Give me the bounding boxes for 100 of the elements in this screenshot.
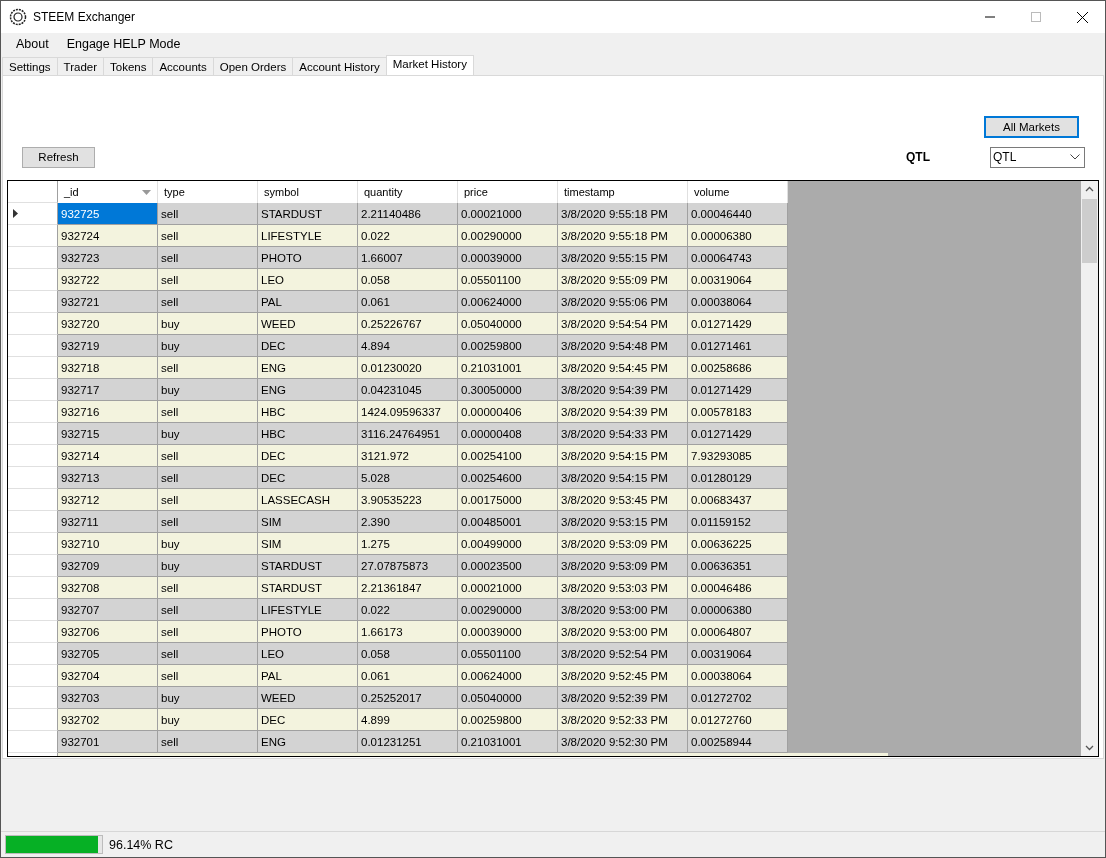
table-cell: WEED	[258, 687, 358, 709]
table-cell: 2.21361847	[358, 577, 458, 599]
table-cell: 0.04231045	[358, 379, 458, 401]
table-cell: sell	[158, 621, 258, 643]
tab[interactable]: Open Orders	[212, 57, 294, 75]
table-cell: 0.00319064	[688, 643, 788, 665]
table-cell: 0.00636225	[688, 533, 788, 555]
table-cell: 0.00046486	[688, 577, 788, 599]
sort-arrow-icon	[142, 189, 151, 195]
column-header[interactable]: symbol	[258, 181, 358, 203]
table-cell: 0.00636351	[688, 555, 788, 577]
market-select[interactable]: QTL	[990, 146, 1085, 168]
table-cell: DEC	[258, 709, 358, 731]
chevron-down-icon	[1070, 154, 1080, 160]
table-cell: 3/8/2020 9:52:39 PM	[558, 687, 688, 709]
table-cell: sell	[158, 203, 258, 225]
tab[interactable]: Settings	[2, 57, 58, 75]
table-cell: 0.00064807	[688, 621, 788, 643]
table-cell: 3/8/2020 9:53:09 PM	[558, 555, 688, 577]
current-row-icon	[13, 209, 18, 218]
table-cell: 3/8/2020 9:52:45 PM	[558, 665, 688, 687]
table-cell: sell	[158, 401, 258, 423]
menu-item[interactable]: About	[7, 37, 58, 51]
table-cell: 932705	[58, 643, 158, 665]
table-cell: STARDUST	[258, 555, 358, 577]
table-cell: 5.028	[358, 467, 458, 489]
table-cell: 0.00259800	[458, 335, 558, 357]
table-cell: 0.01272702	[688, 687, 788, 709]
table-cell: sell	[158, 445, 258, 467]
table-cell: 4.899	[358, 709, 458, 731]
maximize-icon	[1031, 12, 1041, 22]
refresh-button[interactable]: Refresh	[22, 146, 95, 168]
tab[interactable]: Market History	[385, 55, 474, 75]
table-cell: 3/8/2020 9:54:15 PM	[558, 445, 688, 467]
table-cell: 0.00006380	[688, 225, 788, 247]
scroll-thumb[interactable]	[1082, 199, 1097, 263]
column-header[interactable]: volume	[688, 181, 788, 203]
table-cell: 0.05040000	[458, 313, 558, 335]
table-cell: 0.01280129	[688, 467, 788, 489]
table-cell: 0.05040000	[458, 687, 558, 709]
table-cell: 0.00006380	[688, 599, 788, 621]
table-cell: 3/8/2020 9:53:45 PM	[558, 489, 688, 511]
table-cell: 3/8/2020 9:53:15 PM	[558, 511, 688, 533]
table-cell: LASSECASH	[258, 489, 358, 511]
table-cell: 932713	[58, 467, 158, 489]
table-cell: 0.01271429	[688, 379, 788, 401]
table-cell: DEC	[258, 445, 358, 467]
table-cell: 0.061	[358, 291, 458, 313]
table-cell: 1.66007	[358, 247, 458, 269]
table-cell: 0.00499000	[458, 533, 558, 555]
table-cell: sell	[158, 357, 258, 379]
table-cell: 0.05501100	[458, 269, 558, 291]
table-cell: 3/8/2020 9:55:18 PM	[558, 225, 688, 247]
table-cell: 932703	[58, 687, 158, 709]
table-cell: LIFESTYLE	[258, 225, 358, 247]
table-cell: 932711	[58, 511, 158, 533]
all-markets-button[interactable]: All Markets	[984, 116, 1079, 138]
table-cell: 0.00290000	[458, 599, 558, 621]
table-cell: sell	[158, 489, 258, 511]
table-cell: buy	[158, 555, 258, 577]
row-header[interactable]	[8, 203, 58, 225]
table-cell: DEC	[258, 335, 358, 357]
table-cell: sell	[158, 225, 258, 247]
table-cell: 1.275	[358, 533, 458, 555]
table-cell: 0.00000406	[458, 401, 558, 423]
column-header[interactable]: price	[458, 181, 558, 203]
tab[interactable]: Account History	[292, 57, 387, 75]
table-cell: 0.01159152	[688, 511, 788, 533]
table-cell: 0.00258686	[688, 357, 788, 379]
table-cell: 2.21140486	[358, 203, 458, 225]
table-cell: sell	[158, 599, 258, 621]
menu-item[interactable]: Engage HELP Mode	[57, 37, 190, 51]
table-cell: 0.30050000	[458, 379, 558, 401]
column-header[interactable]: _id	[58, 181, 158, 203]
table-cell: PHOTO	[258, 621, 358, 643]
table-cell: 932704	[58, 665, 158, 687]
table-cell: 3/8/2020 9:52:54 PM	[558, 643, 688, 665]
table-cell: 3/8/2020 9:53:00 PM	[558, 621, 688, 643]
column-header[interactable]: type	[158, 181, 258, 203]
table-cell: 932706	[58, 621, 158, 643]
table-cell: 3/8/2020 9:55:09 PM	[558, 269, 688, 291]
table-cell: 0.00485001	[458, 511, 558, 533]
table-cell: 0.01271429	[688, 423, 788, 445]
table-cell: 0.00290000	[458, 225, 558, 247]
table-cell: 3/8/2020 9:54:39 PM	[558, 401, 688, 423]
table-cell: buy	[158, 335, 258, 357]
table-cell: 0.01271461	[688, 335, 788, 357]
table-cell: 0.00046440	[688, 203, 788, 225]
column-header[interactable]: quantity	[358, 181, 458, 203]
table-cell: 0.01272760	[688, 709, 788, 731]
table-cell: 0.00175000	[458, 489, 558, 511]
table-cell: 932718	[58, 357, 158, 379]
table-cell: STARDUST	[258, 203, 358, 225]
table-cell: 0.00021000	[458, 203, 558, 225]
scrollbar[interactable]	[1081, 181, 1098, 756]
table-cell: 0.00039000	[458, 621, 558, 643]
column-header[interactable]: timestamp	[558, 181, 688, 203]
table-cell: 2.390	[358, 511, 458, 533]
table-cell: 0.00624000	[458, 665, 558, 687]
table-cell: sell	[158, 247, 258, 269]
